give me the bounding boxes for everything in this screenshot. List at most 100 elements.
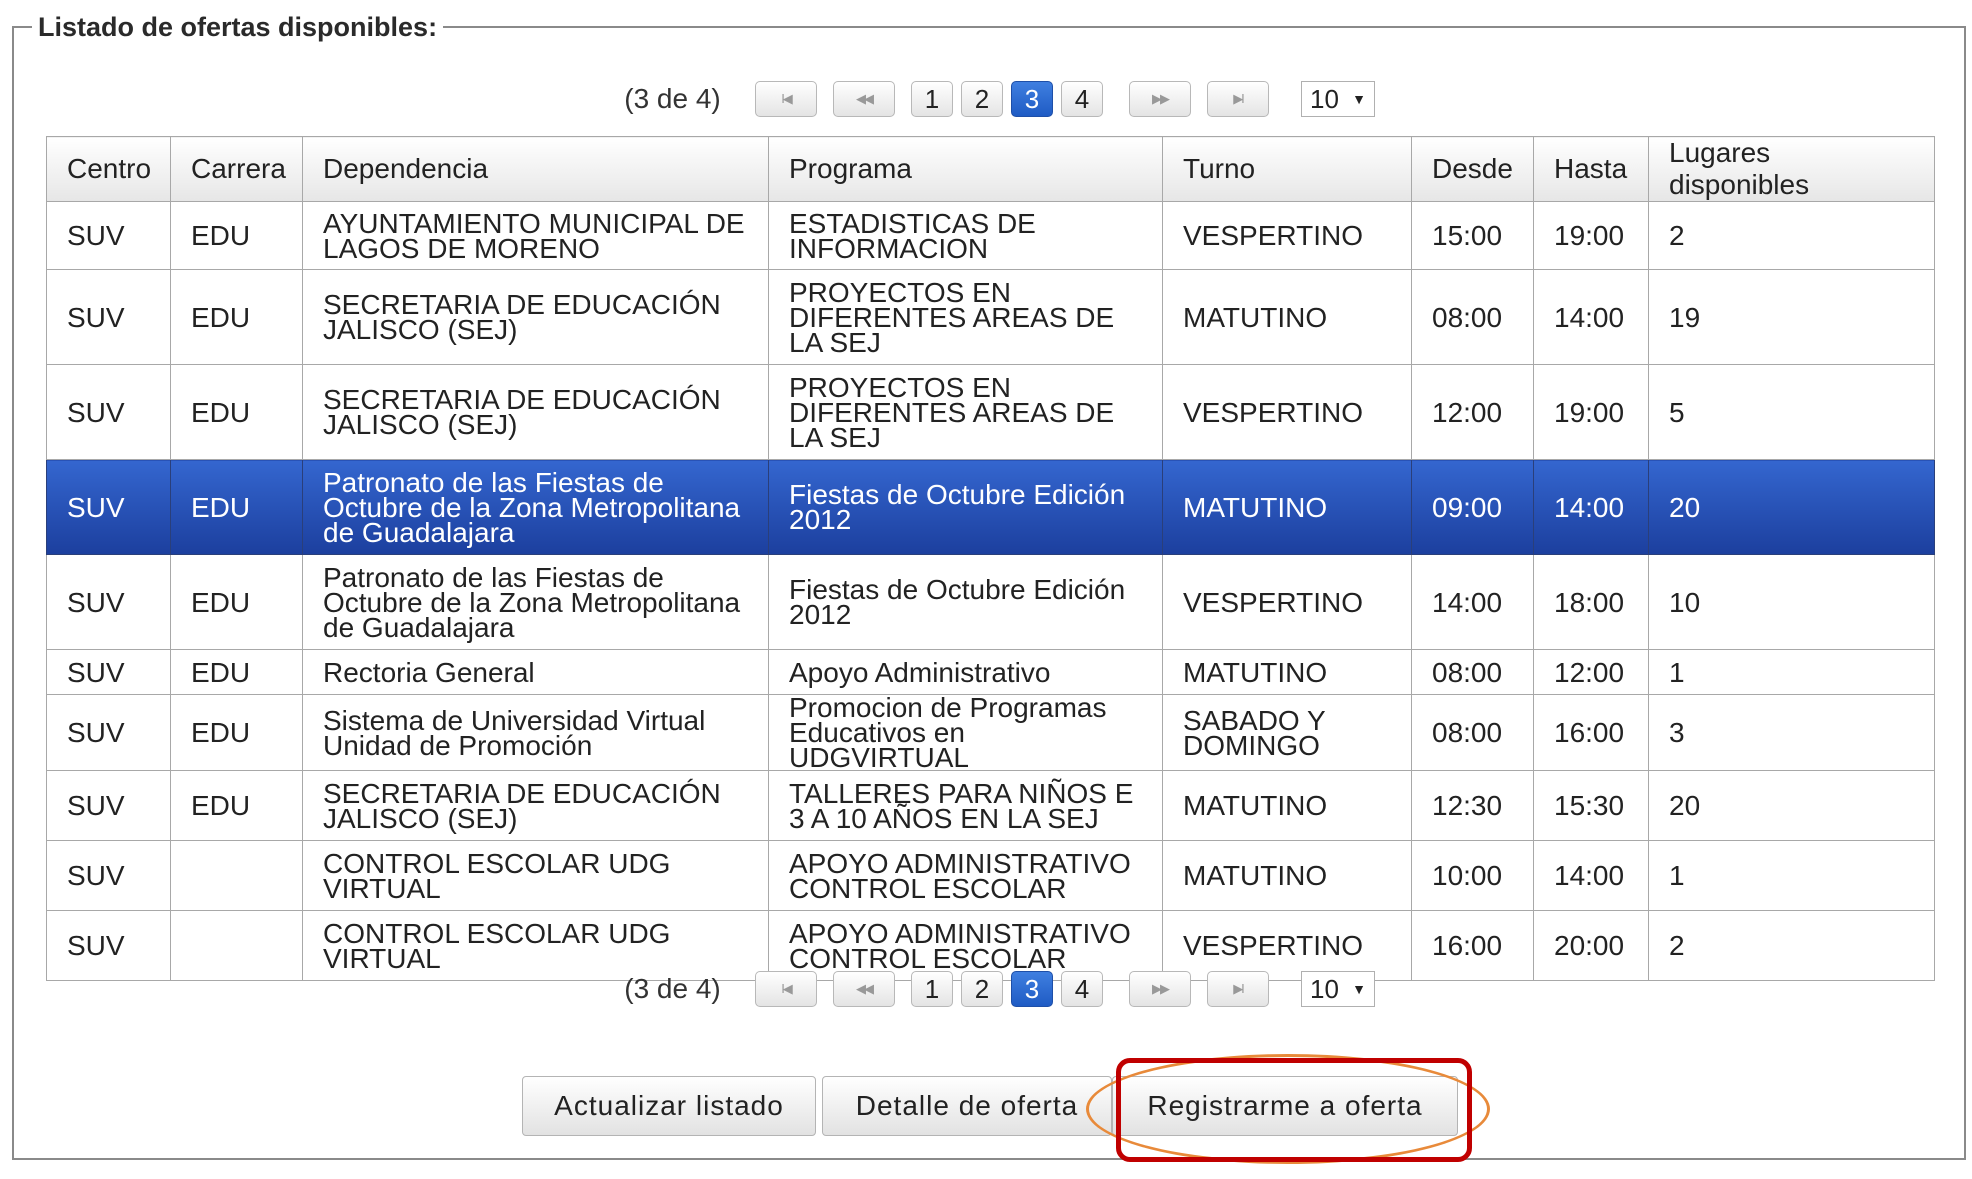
- table-row[interactable]: SUV CONTROL ESCOLAR UDG VIRTUAL APOYO AD…: [46, 840, 1935, 911]
- cell-programa: Apoyo Administrativo: [768, 649, 1163, 695]
- next-page-icon[interactable]: ▶▶: [1129, 971, 1191, 1007]
- cell-lugares: 20: [1648, 770, 1935, 841]
- last-page-icon[interactable]: ▶I: [1207, 971, 1269, 1007]
- cell-programa: TALLERES PARA NIÑOS E 3 A 10 AÑOS EN LA …: [768, 770, 1163, 841]
- cell-dependencia: AYUNTAMIENTO MUNICIPAL DE LAGOS DE MOREN…: [302, 201, 769, 270]
- cell-lugares: 20: [1648, 459, 1935, 555]
- cell-dependencia: Patronato de las Fiestas de Octubre de l…: [302, 554, 769, 650]
- page-button-4[interactable]: 4: [1061, 81, 1103, 117]
- next-page-icon[interactable]: ▶▶: [1129, 81, 1191, 117]
- cell-carrera: EDU: [170, 694, 303, 771]
- page-button-1[interactable]: 1: [911, 971, 953, 1007]
- cell-desde: 15:00: [1411, 201, 1534, 270]
- cell-lugares: 1: [1648, 840, 1935, 911]
- cell-desde: 14:00: [1411, 554, 1534, 650]
- cell-desde: 12:00: [1411, 364, 1534, 460]
- table-row[interactable]: SUV EDU Rectoria General Apoyo Administr…: [46, 649, 1935, 695]
- page-button-3-current[interactable]: 3: [1011, 81, 1053, 117]
- cell-desde: 08:00: [1411, 649, 1534, 695]
- table-row-selected[interactable]: SUV EDU Patronato de las Fiestas de Octu…: [46, 459, 1935, 555]
- cell-lugares: 2: [1648, 910, 1935, 981]
- cell-dependencia: SECRETARIA DE EDUCACIÓN JALISCO (SEJ): [302, 364, 769, 460]
- cell-lugares: 3: [1648, 694, 1935, 771]
- prev-page-icon[interactable]: ◀◀: [833, 971, 895, 1007]
- column-header-dependencia[interactable]: Dependencia: [302, 136, 769, 202]
- page-button-2[interactable]: 2: [961, 81, 1003, 117]
- column-header-centro[interactable]: Centro: [46, 136, 171, 202]
- cell-lugares: 5: [1648, 364, 1935, 460]
- column-header-hasta[interactable]: Hasta: [1533, 136, 1649, 202]
- cell-turno: VESPERTINO: [1162, 554, 1412, 650]
- column-header-programa[interactable]: Programa: [768, 136, 1163, 202]
- cell-centro: SUV: [46, 694, 171, 771]
- page-button-3-current[interactable]: 3: [1011, 971, 1053, 1007]
- cell-carrera: [170, 840, 303, 911]
- table-row[interactable]: SUV EDU SECRETARIA DE EDUCACIÓN JALISCO …: [46, 269, 1935, 365]
- table-row[interactable]: SUV EDU SECRETARIA DE EDUCACIÓN JALISCO …: [46, 770, 1935, 841]
- cell-dependencia: SECRETARIA DE EDUCACIÓN JALISCO (SEJ): [302, 770, 769, 841]
- column-header-desde[interactable]: Desde: [1411, 136, 1534, 202]
- cell-desde: 08:00: [1411, 269, 1534, 365]
- chevron-down-icon: ▼: [1352, 91, 1366, 107]
- fieldset-legend: Listado de ofertas disponibles:: [32, 10, 444, 44]
- cell-centro: SUV: [46, 554, 171, 650]
- table-row[interactable]: SUV EDU SECRETARIA DE EDUCACIÓN JALISCO …: [46, 364, 1935, 460]
- cell-programa: Fiestas de Octubre Edición 2012: [768, 459, 1163, 555]
- cell-centro: SUV: [46, 269, 171, 365]
- cell-centro: SUV: [46, 649, 171, 695]
- cell-programa: PROYECTOS EN DIFERENTES AREAS DE LA SEJ: [768, 269, 1163, 365]
- page-button-2[interactable]: 2: [961, 971, 1003, 1007]
- cell-programa: ESTADISTICAS DE INFORMACION: [768, 201, 1163, 270]
- cell-desde: 12:30: [1411, 770, 1534, 841]
- page-size-value: 10: [1310, 83, 1339, 114]
- cell-dependencia: SECRETARIA DE EDUCACIÓN JALISCO (SEJ): [302, 269, 769, 365]
- cell-lugares: 2: [1648, 201, 1935, 270]
- pager-top: (3 de 4) I◀ ◀◀ 1 2 3 4 ▶▶ ▶I 10 ▼: [590, 78, 1375, 120]
- table-row[interactable]: SUV EDU Patronato de las Fiestas de Octu…: [46, 554, 1935, 650]
- cell-hasta: 14:00: [1533, 459, 1649, 555]
- page-button-1[interactable]: 1: [911, 81, 953, 117]
- page-size-select[interactable]: 10 ▼: [1301, 971, 1375, 1007]
- cell-hasta: 14:00: [1533, 840, 1649, 911]
- column-header-lugares[interactable]: Lugares disponibles: [1648, 136, 1935, 202]
- cell-carrera: EDU: [170, 649, 303, 695]
- last-page-icon[interactable]: ▶I: [1207, 81, 1269, 117]
- cell-dependencia: Rectoria General: [302, 649, 769, 695]
- cell-carrera: EDU: [170, 201, 303, 270]
- first-page-icon[interactable]: I◀: [755, 971, 817, 1007]
- refresh-list-button[interactable]: Actualizar listado: [522, 1076, 816, 1136]
- cell-hasta: 12:00: [1533, 649, 1649, 695]
- cell-lugares: 10: [1648, 554, 1935, 650]
- pager-bottom: (3 de 4) I◀ ◀◀ 1 2 3 4 ▶▶ ▶I 10 ▼: [590, 968, 1375, 1010]
- table-row[interactable]: SUV EDU AYUNTAMIENTO MUNICIPAL DE LAGOS …: [46, 201, 1935, 270]
- prev-page-icon[interactable]: ◀◀: [833, 81, 895, 117]
- cell-carrera: EDU: [170, 364, 303, 460]
- column-header-carrera[interactable]: Carrera: [170, 136, 303, 202]
- column-header-turno[interactable]: Turno: [1162, 136, 1412, 202]
- cell-hasta: 20:00: [1533, 910, 1649, 981]
- cell-programa: PROYECTOS EN DIFERENTES AREAS DE LA SEJ: [768, 364, 1163, 460]
- cell-dependencia: Patronato de las Fiestas de Octubre de l…: [302, 459, 769, 555]
- cell-carrera: EDU: [170, 554, 303, 650]
- cell-dependencia: Sistema de Universidad Virtual Unidad de…: [302, 694, 769, 771]
- cell-centro: SUV: [46, 840, 171, 911]
- cell-hasta: 19:00: [1533, 364, 1649, 460]
- page-button-4[interactable]: 4: [1061, 971, 1103, 1007]
- cell-hasta: 19:00: [1533, 201, 1649, 270]
- cell-turno: MATUTINO: [1162, 459, 1412, 555]
- offer-detail-button[interactable]: Detalle de oferta: [822, 1076, 1112, 1136]
- cell-centro: SUV: [46, 364, 171, 460]
- cell-carrera: EDU: [170, 459, 303, 555]
- cell-carrera: EDU: [170, 770, 303, 841]
- cell-centro: SUV: [46, 910, 171, 981]
- first-page-icon[interactable]: I◀: [755, 81, 817, 117]
- cell-dependencia: CONTROL ESCOLAR UDG VIRTUAL: [302, 840, 769, 911]
- cell-centro: SUV: [46, 459, 171, 555]
- table-row[interactable]: SUV EDU Sistema de Universidad Virtual U…: [46, 694, 1935, 772]
- cell-lugares: 1: [1648, 649, 1935, 695]
- cell-turno: VESPERTINO: [1162, 201, 1412, 270]
- page-size-select[interactable]: 10 ▼: [1301, 81, 1375, 117]
- cell-programa: Fiestas de Octubre Edición 2012: [768, 554, 1163, 650]
- highlight-rectangle-annotation: [1116, 1058, 1472, 1162]
- cell-desde: 10:00: [1411, 840, 1534, 911]
